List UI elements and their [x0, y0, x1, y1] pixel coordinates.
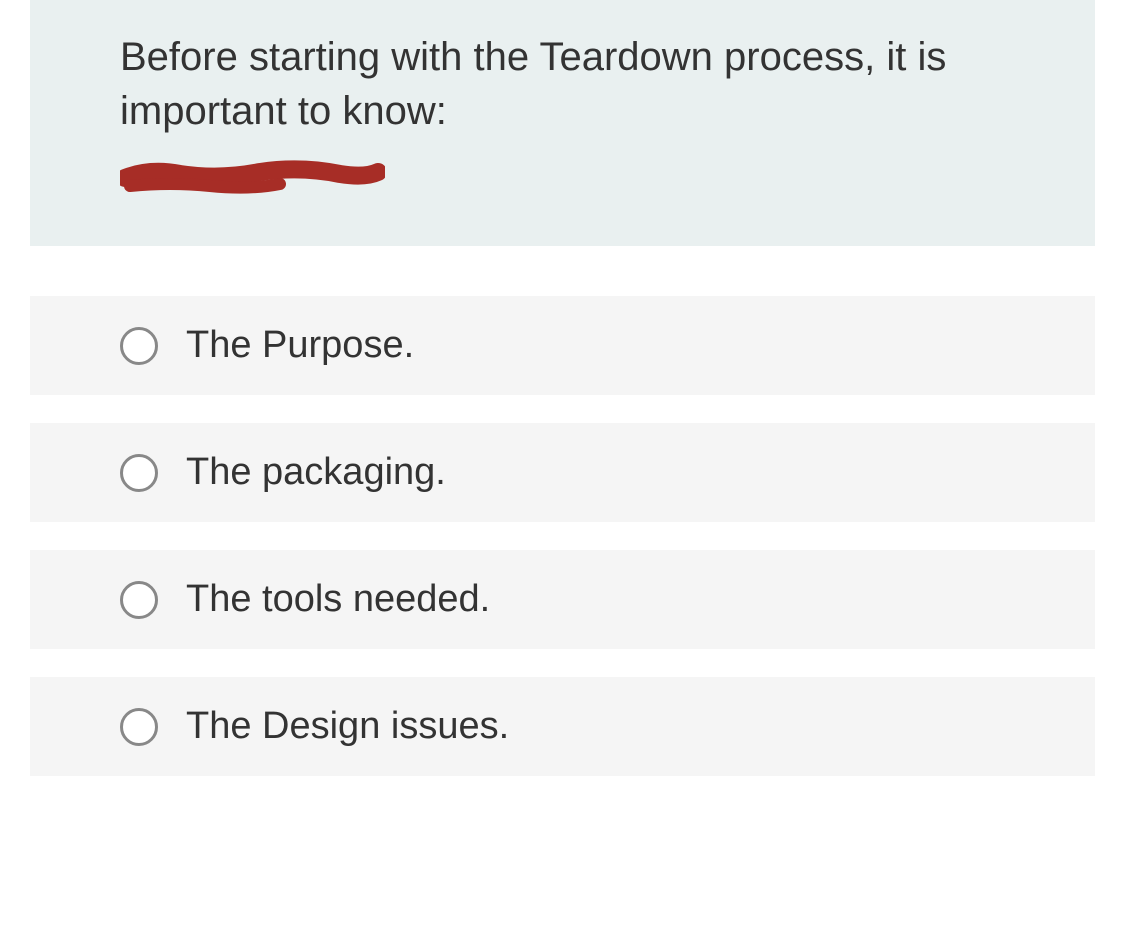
option-label: The packaging. — [186, 451, 446, 494]
option-row-0[interactable]: The Purpose. — [30, 296, 1095, 395]
option-row-1[interactable]: The packaging. — [30, 423, 1095, 522]
option-row-2[interactable]: The tools needed. — [30, 550, 1095, 649]
radio-icon — [120, 708, 158, 746]
radio-icon — [120, 581, 158, 619]
radio-icon — [120, 327, 158, 365]
question-panel: Before starting with the Teardown proces… — [30, 0, 1095, 246]
option-label: The Design issues. — [186, 705, 509, 748]
option-row-3[interactable]: The Design issues. — [30, 677, 1095, 776]
redaction-mark — [120, 156, 385, 196]
options-list: The Purpose. The packaging. The tools ne… — [30, 296, 1095, 776]
question-text: Before starting with the Teardown proces… — [120, 30, 1065, 138]
option-label: The Purpose. — [186, 324, 414, 367]
radio-icon — [120, 454, 158, 492]
option-label: The tools needed. — [186, 578, 490, 621]
